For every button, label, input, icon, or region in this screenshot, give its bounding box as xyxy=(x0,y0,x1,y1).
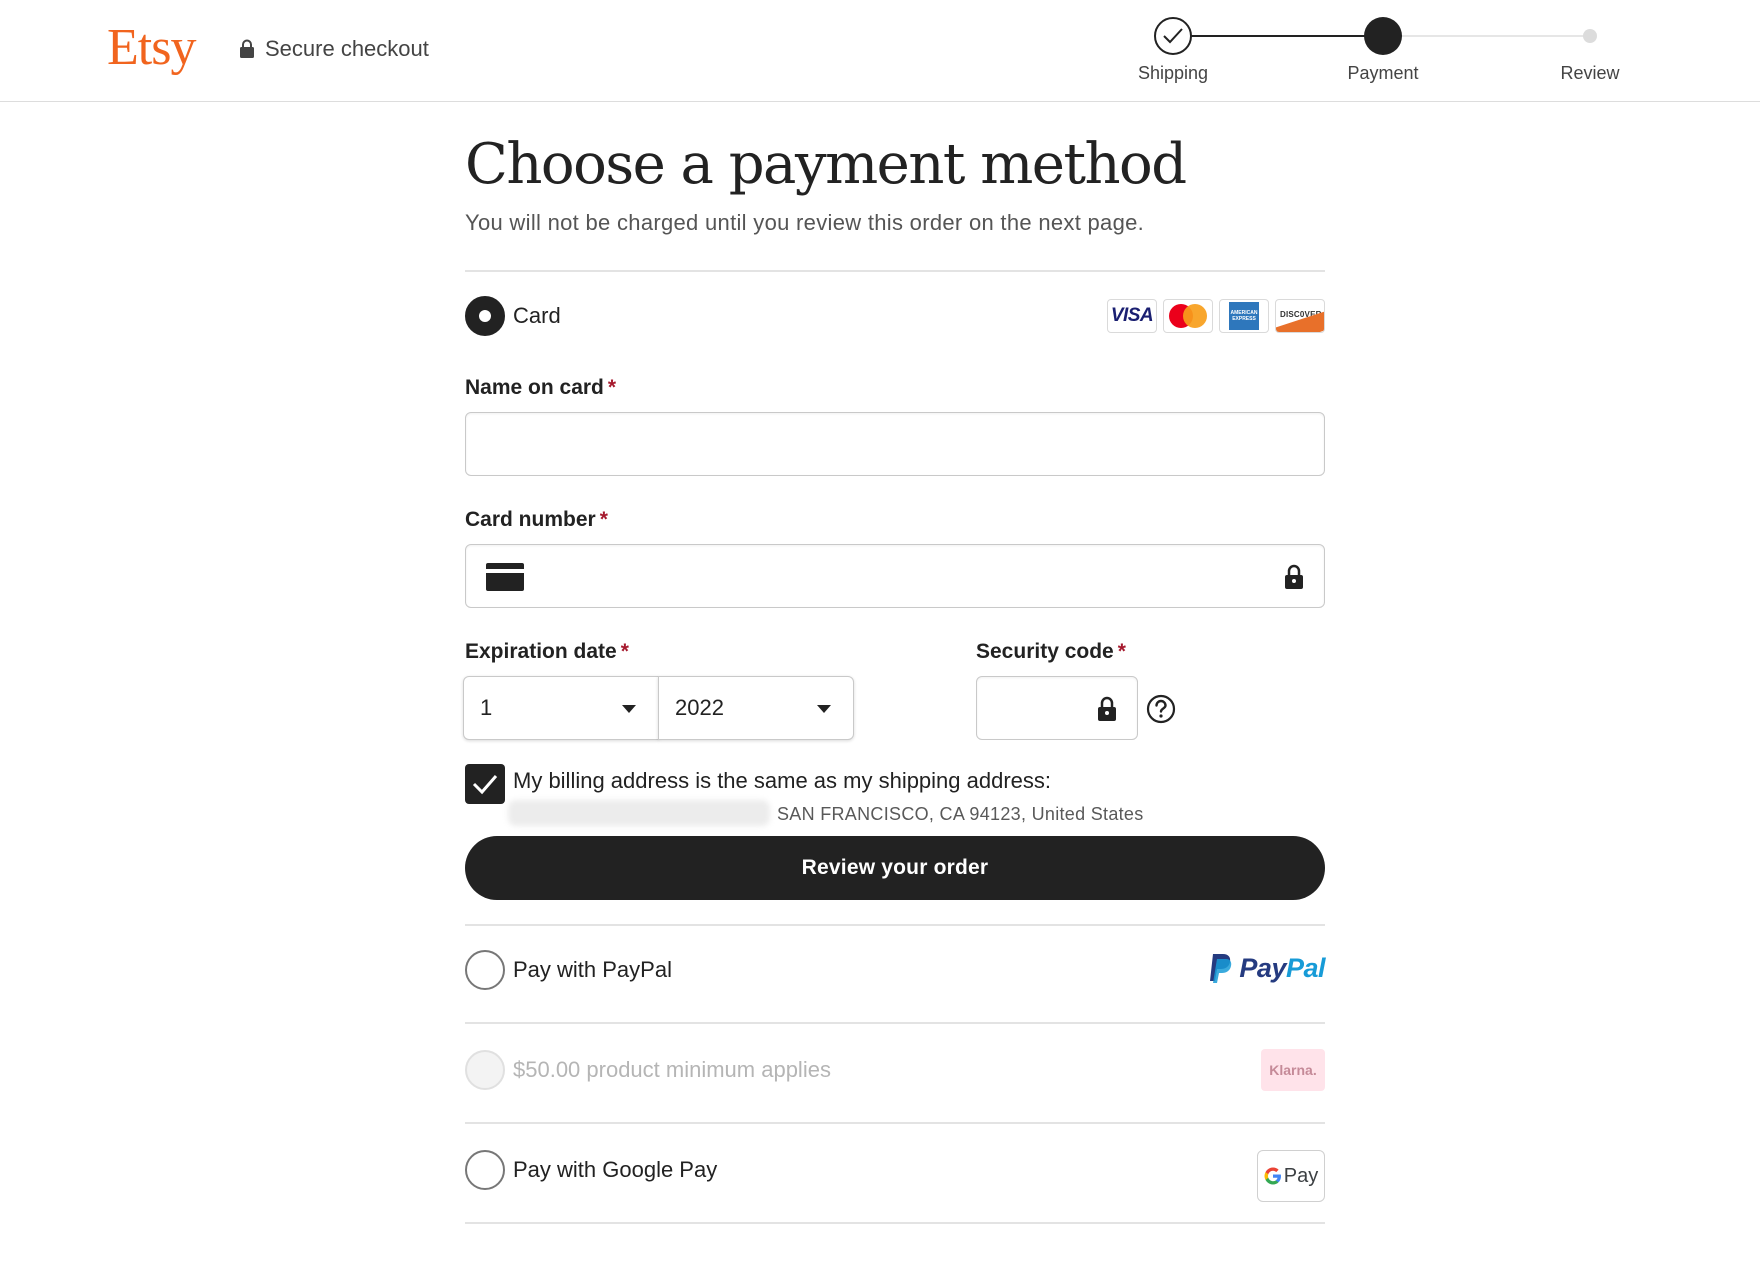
klarna-logo: Klarna. xyxy=(1261,1049,1325,1091)
step-payment-label: Payment xyxy=(1347,63,1419,83)
redacted-street-address xyxy=(508,800,770,826)
exp-year-value: 2022 xyxy=(675,695,724,720)
checkout-stepper: Shipping Payment Review xyxy=(1120,15,1680,90)
page-title: Choose a payment method xyxy=(465,132,1187,197)
exp-year-select[interactable]: 2022 xyxy=(658,676,854,740)
card-number-label-text: Card number xyxy=(465,508,596,531)
page-subtitle: You will not be charged until you review… xyxy=(465,210,1145,235)
lock-icon xyxy=(1285,564,1303,589)
exp-month-select[interactable]: 1 xyxy=(463,676,659,740)
name-on-card-label: Name on card * xyxy=(465,376,616,400)
security-code-label-text: Security code xyxy=(976,640,1114,663)
caret-down-icon xyxy=(817,705,831,713)
credit-card-icon xyxy=(486,563,524,591)
google-pay-radio[interactable] xyxy=(465,1150,505,1190)
step-review-label: Review xyxy=(1560,63,1620,83)
discover-icon: DISC0VER xyxy=(1275,299,1325,333)
paypal-radio[interactable] xyxy=(465,950,505,990)
divider xyxy=(465,1222,1325,1224)
klarna-radio xyxy=(465,1050,505,1090)
name-on-card-input[interactable] xyxy=(465,412,1325,476)
card-number-input[interactable] xyxy=(465,544,1325,608)
card-number-label: Card number * xyxy=(465,508,608,532)
card-brand-logos: VISA AMERICAN EXPRESS DISC0VER xyxy=(1107,299,1325,333)
paypal-logo-text-b: Pal xyxy=(1285,952,1326,983)
required-asterisk: * xyxy=(607,376,617,399)
security-code-input[interactable] xyxy=(976,676,1138,740)
help-question-icon[interactable] xyxy=(1146,694,1176,724)
mastercard-icon xyxy=(1163,299,1213,333)
divider xyxy=(465,270,1325,272)
divider xyxy=(465,1022,1325,1024)
security-code-label: Security code * xyxy=(976,640,1126,664)
divider xyxy=(465,1122,1325,1124)
klarna-option-label: $50.00 product minimum applies xyxy=(513,1057,831,1082)
expiration-date-label-text: Expiration date xyxy=(465,640,617,663)
stepper-line-done xyxy=(1170,35,1380,37)
secure-checkout: Secure checkout xyxy=(239,36,429,62)
step-shipping-node[interactable] xyxy=(1154,17,1192,55)
google-pay-option-label[interactable]: Pay with Google Pay xyxy=(513,1157,717,1183)
name-on-card-label-text: Name on card xyxy=(465,376,604,399)
visa-logo-text: VISA xyxy=(1110,305,1154,326)
google-g-icon xyxy=(1264,1167,1281,1185)
check-icon xyxy=(1163,28,1183,44)
google-pay-logo-text: Pay xyxy=(1283,1164,1319,1187)
check-icon xyxy=(472,775,498,795)
step-review-node xyxy=(1583,29,1597,43)
etsy-logo[interactable]: Etsy xyxy=(107,18,196,77)
divider xyxy=(465,924,1325,926)
review-order-button[interactable]: Review your order xyxy=(465,836,1325,900)
step-payment-node xyxy=(1364,17,1402,55)
exp-month-value: 1 xyxy=(480,695,493,720)
expiration-date-label: Expiration date * xyxy=(465,640,629,664)
secure-checkout-label: Secure checkout xyxy=(265,36,429,61)
google-pay-logo: Pay xyxy=(1257,1150,1325,1202)
paypal-logo-text-a: Pay xyxy=(1239,952,1286,983)
card-radio[interactable] xyxy=(465,296,505,336)
card-option-label[interactable]: Card xyxy=(513,303,561,329)
caret-down-icon xyxy=(622,705,636,713)
lock-icon xyxy=(240,39,254,58)
amex-logo-text: AMERICAN EXPRESS xyxy=(1229,302,1259,330)
visa-icon: VISA xyxy=(1107,299,1157,333)
paypal-logo: PayPal xyxy=(1207,952,1326,984)
required-asterisk: * xyxy=(620,640,629,663)
amex-icon: AMERICAN EXPRESS xyxy=(1219,299,1269,333)
billing-same-checkbox[interactable] xyxy=(465,764,505,804)
required-asterisk: * xyxy=(1117,640,1126,663)
lock-icon xyxy=(1098,696,1116,721)
paypal-option-label[interactable]: Pay with PayPal xyxy=(513,957,672,983)
paypal-p-icon xyxy=(1210,954,1232,983)
shipping-address-text: SAN FRANCISCO, CA 94123, United States xyxy=(777,804,1144,824)
checkout-header: Etsy Secure checkout Shipping Payment Re… xyxy=(0,0,1760,102)
billing-same-label[interactable]: My billing address is the same as my shi… xyxy=(513,768,1051,794)
stepper-line-upcoming xyxy=(1380,35,1590,37)
required-asterisk: * xyxy=(599,508,608,531)
step-shipping-label[interactable]: Shipping xyxy=(1103,63,1243,84)
